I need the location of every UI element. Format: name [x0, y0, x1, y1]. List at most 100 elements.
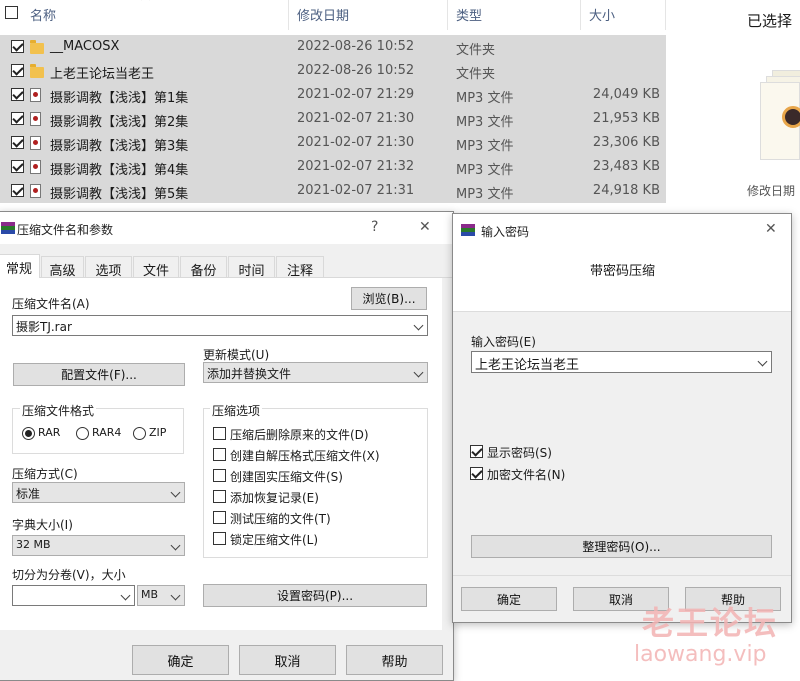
format-label-rar4: RAR4	[92, 426, 122, 439]
password-ok-button[interactable]: 确定	[461, 587, 557, 611]
chevron-down-icon	[413, 320, 424, 331]
dictionary-size-label: 字典大小(I)	[12, 518, 73, 532]
password-label: 输入密码(E)	[471, 335, 536, 349]
file-type: 文件夹	[456, 67, 496, 82]
password-value: 上老王论坛当老王	[475, 358, 580, 373]
split-unit-select[interactable]: MB	[137, 585, 185, 606]
password-help-button[interactable]: 帮助	[685, 587, 781, 611]
split-volume-label: 切分为分卷(V)，大小	[12, 568, 126, 582]
winrar-app-icon	[461, 224, 475, 236]
close-icon[interactable]: ✕	[765, 221, 777, 237]
organize-passwords-button[interactable]: 整理密码(O)...	[471, 535, 772, 558]
encrypt-filenames-checkbox[interactable]	[470, 467, 483, 480]
row-checkbox[interactable]	[11, 40, 24, 53]
file-name: 上老王论坛当老王	[50, 67, 155, 82]
cancel-button[interactable]: 取消	[239, 645, 336, 675]
file-row[interactable]: 摄影调教【浅浅】第5集 2021-02-07 21:31 MP3 文件 24,918 …	[0, 179, 666, 203]
file-modified: 2021-02-07 21:29	[297, 87, 415, 102]
mp3-file-icon	[30, 112, 41, 126]
option-label: 添加恢复记录(E)	[230, 491, 319, 505]
dictionary-size-select[interactable]: 32 MB	[12, 535, 185, 556]
split-size-combo[interactable]	[12, 585, 135, 606]
tab-time[interactable]: 时间	[228, 256, 275, 279]
file-row[interactable]: 摄影调教【浅浅】第1集 2021-02-07 21:29 MP3 文件 24,049 …	[0, 83, 666, 107]
mp3-file-icon	[30, 160, 41, 174]
compression-method-value: 标准	[16, 487, 41, 501]
tab-backup[interactable]: 备份	[180, 256, 227, 279]
browse-button[interactable]: 浏览(B)...	[351, 287, 427, 310]
row-checkbox[interactable]	[11, 160, 24, 173]
file-modified: 2022-08-26 10:52	[297, 39, 415, 54]
password-input[interactable]: 上老王论坛当老王	[471, 351, 772, 373]
preview-pane: 已选择 修改日期	[700, 0, 800, 210]
archive-options-label: 压缩选项	[210, 402, 263, 419]
password-dialog-header	[453, 246, 791, 312]
tab-files[interactable]: 文件	[133, 256, 179, 279]
option-checkbox[interactable]	[213, 469, 226, 482]
tab-comment[interactable]: 注释	[276, 256, 324, 279]
tab-general[interactable]: 常规	[0, 254, 40, 278]
archive-name-combo[interactable]: 摄影TJ.rar	[12, 315, 428, 336]
file-row[interactable]: 摄影调教【浅浅】第4集 2021-02-07 21:32 MP3 文件 23,483 …	[0, 155, 666, 179]
row-checkbox[interactable]	[11, 64, 24, 77]
tab-advanced[interactable]: 高级	[41, 256, 84, 279]
option-label: 锁定压缩文件(L)	[230, 533, 319, 547]
file-size: 24,049 KB	[592, 87, 660, 102]
file-row[interactable]: 摄影调教【浅浅】第3集 2021-02-07 21:30 MP3 文件 23,306 …	[0, 131, 666, 155]
column-header-modified[interactable]: 修改日期	[297, 5, 349, 24]
chevron-down-icon	[170, 590, 181, 601]
option-checkbox[interactable]	[213, 448, 226, 461]
set-password-button[interactable]: 设置密码(P)...	[203, 584, 427, 607]
file-type: MP3 文件	[456, 91, 514, 106]
chevron-down-icon	[757, 356, 768, 367]
file-size: 23,306 KB	[592, 135, 660, 150]
profiles-button[interactable]: 配置文件(F)...	[13, 363, 185, 386]
format-radio-zip[interactable]	[133, 427, 146, 440]
update-mode-select[interactable]: 添加并替换文件	[203, 362, 428, 383]
tab-options[interactable]: 选项	[85, 256, 132, 279]
show-password-checkbox[interactable]	[470, 445, 483, 458]
file-modified: 2021-02-07 21:32	[297, 159, 415, 174]
file-row[interactable]: 上老王论坛当老王 2022-08-26 10:52 文件夹	[0, 59, 666, 83]
option-checkbox[interactable]	[213, 490, 226, 503]
file-name: 摄影调教【浅浅】第5集	[50, 187, 189, 202]
chevron-down-icon	[170, 540, 181, 551]
file-name: 摄影调教【浅浅】第1集	[50, 91, 189, 106]
row-checkbox[interactable]	[11, 112, 24, 125]
preview-title: 已选择	[747, 12, 793, 30]
help-button[interactable]: 帮助	[346, 645, 443, 675]
column-header-name[interactable]: 名称	[30, 5, 56, 24]
file-name: 摄影调教【浅浅】第3集	[50, 139, 189, 154]
column-header-type[interactable]: 类型	[456, 5, 482, 24]
mp3-file-icon	[30, 88, 41, 102]
chevron-down-icon	[413, 367, 424, 378]
row-checkbox[interactable]	[11, 88, 24, 101]
password-dialog-titlebar[interactable]: 输入密码 ✕	[453, 214, 791, 246]
mp3-file-icon	[30, 136, 41, 150]
help-icon[interactable]: ?	[371, 219, 378, 235]
ok-button[interactable]: 确定	[132, 645, 229, 675]
option-label: 压缩后删除原来的文件(D)	[230, 428, 369, 442]
option-label: 创建自解压格式压缩文件(X)	[230, 449, 380, 463]
archive-name-label: 压缩文件名(A)	[12, 297, 90, 311]
password-cancel-button[interactable]: 取消	[573, 587, 669, 611]
close-icon[interactable]: ✕	[419, 219, 431, 235]
row-checkbox[interactable]	[11, 136, 24, 149]
compression-method-select[interactable]: 标准	[12, 482, 185, 503]
option-checkbox[interactable]	[213, 427, 226, 440]
file-type: MP3 文件	[456, 187, 514, 202]
file-row[interactable]: 摄影调教【浅浅】第2集 2021-02-07 21:30 MP3 文件 21,953 …	[0, 107, 666, 131]
encrypt-filenames-label: 加密文件名(N)	[487, 468, 566, 482]
row-checkbox[interactable]	[11, 184, 24, 197]
select-all-checkbox[interactable]	[5, 6, 18, 19]
format-radio-rar4[interactable]	[76, 427, 89, 440]
option-checkbox[interactable]	[213, 532, 226, 545]
format-radio-rar[interactable]	[22, 427, 35, 440]
file-modified: 2022-08-26 10:52	[297, 63, 415, 78]
archive-dialog-titlebar[interactable]: 压缩文件名和参数 ? ✕	[0, 212, 453, 244]
option-checkbox[interactable]	[213, 511, 226, 524]
update-mode-label: 更新模式(U)	[203, 348, 270, 362]
compression-method-label: 压缩方式(C)	[12, 467, 78, 481]
file-row[interactable]: __MACOSX 2022-08-26 10:52 文件夹	[0, 35, 666, 59]
column-header-size[interactable]: 大小	[589, 5, 615, 24]
